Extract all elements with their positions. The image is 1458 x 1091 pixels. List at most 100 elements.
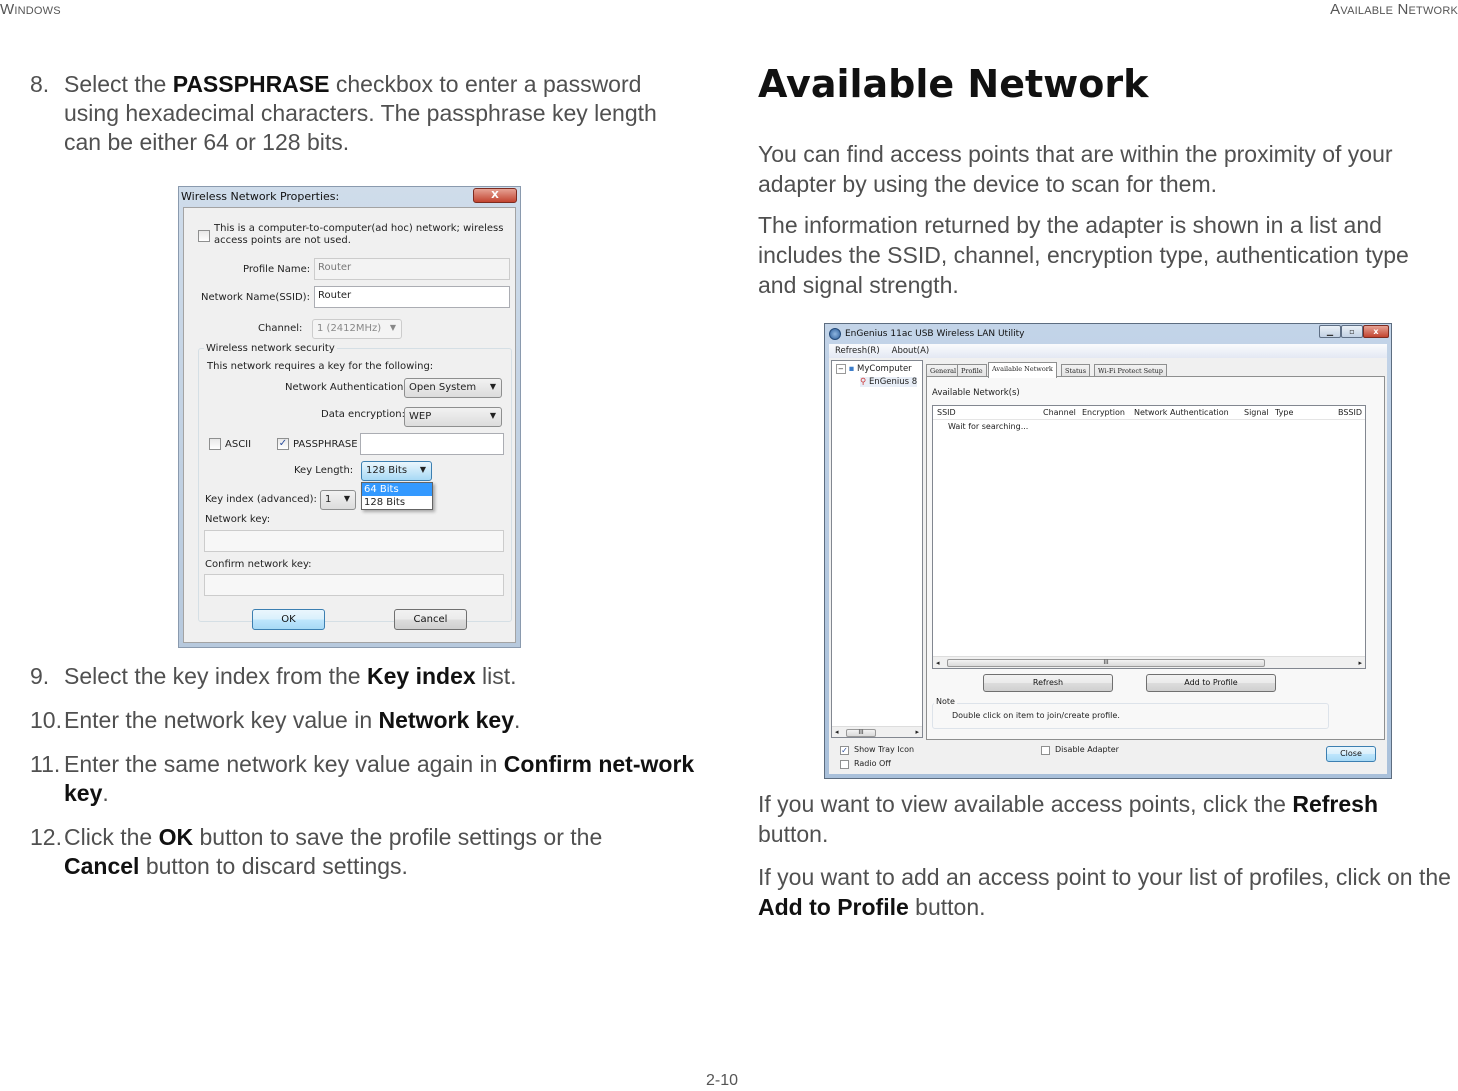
tree-child[interactable]: ⚲ EnGenius 8: [860, 377, 918, 387]
ssid-label: Network Name(SSID):: [201, 292, 310, 303]
ok-button[interactable]: OK: [252, 609, 325, 630]
step-8: 8. Select the PASSPHRASE checkbox to ent…: [30, 71, 657, 155]
ssid-input[interactable]: Router: [314, 286, 510, 308]
available-network-panel: Available Network(s) SSID Channel Encryp…: [926, 376, 1385, 740]
minimize-icon: ▁: [1326, 327, 1334, 336]
column-ssid[interactable]: SSID: [937, 406, 956, 420]
dialog-title: Wireless Network Properties:: [181, 190, 340, 203]
cancel-button[interactable]: Cancel: [394, 609, 467, 630]
refresh-button[interactable]: Refresh: [983, 674, 1113, 692]
column-bssid[interactable]: BSSID: [1338, 406, 1362, 420]
network-list[interactable]: SSID Channel Encryption Network Authenti…: [932, 405, 1366, 669]
scroll-right-icon[interactable]: ▸: [1358, 659, 1362, 667]
checkmark-icon: ✓: [841, 746, 848, 755]
page-header-right: Available Network: [1330, 1, 1458, 18]
scroll-thumb[interactable]: III: [846, 729, 876, 737]
info-paragraph: The information returned by the adapter …: [758, 212, 1409, 298]
confirm-key-input[interactable]: [204, 574, 504, 596]
note-text: Double click on item to join/create prof…: [952, 711, 1120, 720]
disable-adapter-checkbox[interactable]: [1041, 746, 1050, 755]
add-to-profile-button[interactable]: Add to Profile: [1146, 674, 1276, 692]
passphrase-checkbox[interactable]: ✓: [277, 438, 289, 450]
close-button[interactable]: Close: [1326, 746, 1376, 762]
close-icon: x: [1373, 327, 1379, 336]
passphrase-input[interactable]: [360, 433, 504, 455]
radio-off-label: Radio Off: [854, 759, 891, 768]
key-index-label: Key index (advanced):: [205, 494, 317, 505]
menu-about[interactable]: About(A): [892, 346, 930, 356]
tree-root[interactable]: − ▪ MyComputer: [836, 364, 912, 374]
show-tray-checkbox[interactable]: ✓: [840, 746, 849, 755]
step-12: 12. Click the OK button to save the prof…: [30, 824, 603, 879]
column-channel[interactable]: Channel: [1043, 406, 1076, 420]
page-header-left: Windows: [0, 1, 61, 18]
minimize-button[interactable]: ▁: [1319, 325, 1341, 338]
list-header: SSID Channel Encryption Network Authenti…: [933, 406, 1365, 420]
wireless-network-properties-dialog: Wireless Network Properties: X This is a…: [178, 186, 521, 648]
lan-utility-window: EnGenius 11ac USB Wireless LAN Utility ▁…: [824, 323, 1392, 779]
encryption-select[interactable]: WEP ▼: [404, 407, 502, 427]
profile-name-label: Profile Name:: [243, 264, 311, 275]
ascii-label: ASCII: [225, 439, 252, 450]
key-length-option[interactable]: 128 Bits: [362, 496, 432, 509]
column-type[interactable]: Type: [1275, 406, 1293, 420]
channel-select[interactable]: 1 (2412MHz) ▼: [312, 319, 402, 339]
adhoc-label: This is a computer-to-computer(ad hoc) n…: [214, 223, 504, 246]
radio-off-checkbox[interactable]: [840, 760, 849, 769]
key-length-dropdown: 64 Bits 128 Bits: [361, 482, 433, 510]
scroll-left-icon[interactable]: ◂: [936, 659, 940, 667]
scroll-right-icon[interactable]: ▸: [915, 728, 919, 736]
column-network-auth[interactable]: Network Authentication: [1134, 406, 1229, 420]
window-title: EnGenius 11ac USB Wireless LAN Utility: [845, 329, 1025, 339]
chevron-down-icon: ▼: [343, 494, 350, 503]
chevron-down-icon: ▼: [489, 411, 496, 420]
key-length-label: Key Length:: [294, 465, 354, 476]
scroll-thumb[interactable]: III: [947, 659, 1265, 667]
menu-refresh[interactable]: Refresh(R): [835, 346, 880, 356]
window-client: − ▪ MyComputer ⚲ EnGenius 8 ◂ III ▸ Gene…: [829, 358, 1387, 774]
profile-name-input[interactable]: Router: [314, 258, 510, 280]
maximize-icon: ▫: [1349, 327, 1355, 336]
confirm-key-label: Confirm network key:: [205, 559, 312, 570]
auth-label: Network Authentication:: [285, 382, 407, 393]
status-row: Wait for searching...: [948, 422, 1029, 431]
adapter-icon: ⚲: [860, 377, 867, 387]
step-10: 10. Enter the network key value in Netwo…: [30, 707, 521, 733]
passphrase-label: PASSPHRASE: [293, 439, 358, 450]
dialog-body: This is a computer-to-computer(ad hoc) n…: [183, 207, 516, 643]
key-length-select[interactable]: 128 Bits ▼: [361, 461, 432, 481]
network-key-label: Network key:: [205, 514, 271, 525]
checkmark-icon: ✓: [278, 438, 288, 449]
show-tray-label: Show Tray Icon: [854, 745, 915, 754]
page-number: 2-10: [706, 1072, 739, 1089]
key-index-select[interactable]: 1 ▼: [320, 490, 356, 510]
disable-adapter-label: Disable Adapter: [1055, 745, 1119, 754]
key-length-option[interactable]: 64 Bits: [362, 483, 432, 496]
network-key-input[interactable]: [204, 530, 504, 552]
device-tree: − ▪ MyComputer ⚲ EnGenius 8 ◂ III ▸: [831, 360, 923, 738]
adhoc-checkbox[interactable]: [198, 230, 210, 242]
security-group-label: Wireless network security: [204, 343, 337, 354]
scroll-left-icon[interactable]: ◂: [835, 728, 839, 736]
app-icon: [829, 328, 841, 340]
refresh-paragraph: If you want to view available access poi…: [758, 791, 1379, 847]
step-9: 9. Select the key index from the Key ind…: [30, 663, 517, 689]
column-signal[interactable]: Signal: [1244, 406, 1269, 420]
ascii-checkbox[interactable]: [209, 438, 221, 450]
tab-available-network[interactable]: Available Network: [988, 362, 1057, 378]
maximize-button[interactable]: ▫: [1341, 325, 1363, 338]
chevron-down-icon: ▼: [389, 323, 396, 332]
list-scrollbar[interactable]: ◂ III ▸: [933, 656, 1365, 668]
note-label: Note: [934, 697, 957, 706]
channel-label: Channel:: [258, 323, 303, 334]
collapse-icon[interactable]: −: [836, 364, 846, 374]
chevron-down-icon: ▼: [489, 382, 496, 391]
intro-paragraph: You can find access points that are with…: [758, 141, 1393, 197]
auth-select[interactable]: Open System ▼: [404, 378, 502, 398]
step-11: 11. Enter the same network key value aga…: [30, 751, 695, 806]
tree-scrollbar[interactable]: ◂ III ▸: [832, 726, 922, 737]
available-networks-label: Available Network(s): [932, 388, 1020, 398]
close-button[interactable]: X: [473, 188, 517, 203]
column-encryption[interactable]: Encryption: [1082, 406, 1125, 420]
close-window-button[interactable]: x: [1363, 325, 1389, 338]
